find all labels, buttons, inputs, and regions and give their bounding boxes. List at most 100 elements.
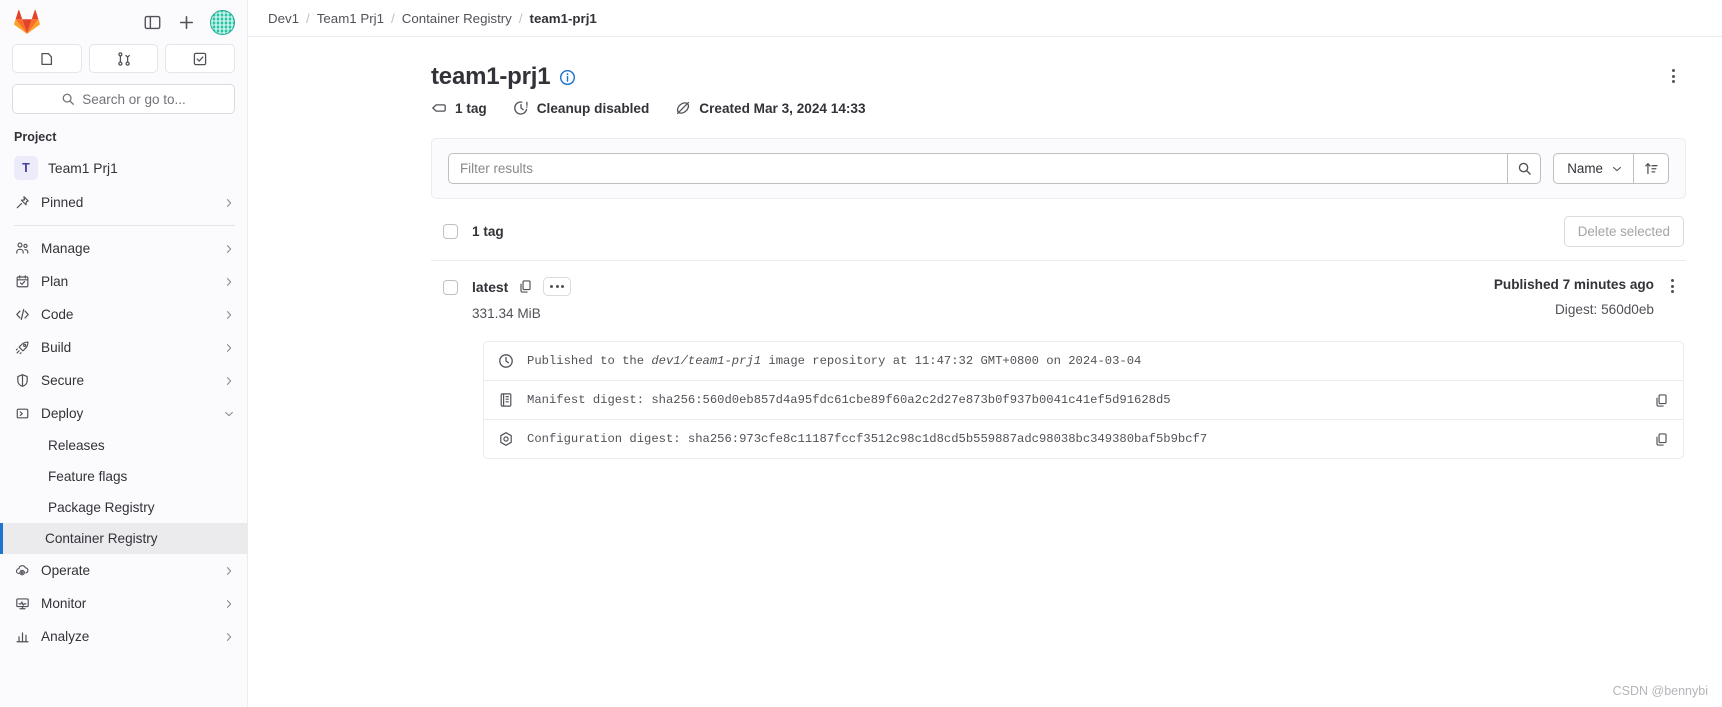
select-all-checkbox[interactable] (443, 224, 458, 239)
published-repo: dev1/team1-prj1 (651, 354, 762, 368)
breadcrumb-separator: / (391, 10, 395, 26)
clock-icon (498, 353, 514, 369)
sidebar-item-analyze[interactable]: Analyze (0, 620, 247, 653)
search-icon (62, 93, 75, 105)
detail-row-configuration-digest: Configuration digest: sha256:973cfe8c111… (484, 420, 1683, 458)
tag-list: latest 331.34 MiB Published 7 minutes ag… (431, 260, 1686, 459)
sort-direction-button[interactable] (1633, 153, 1669, 184)
list-header: 1 tag Delete selected (431, 199, 1686, 260)
chevron-right-icon (223, 276, 235, 288)
sidebar-item-secure[interactable]: Secure (0, 364, 247, 397)
sort-field-dropdown[interactable]: Name (1553, 153, 1633, 184)
page-meta: 1 tag Cleanup disabled Created Mar 3, 20… (248, 100, 1722, 116)
sidebar-item-label: Monitor (41, 596, 87, 611)
sidebar-item-releases[interactable]: Releases (0, 430, 247, 461)
detail-row-manifest-digest: Manifest digest: sha256:560d0eb857d4a95f… (484, 381, 1683, 420)
chevron-right-icon (223, 197, 235, 209)
tag-name-row: latest (472, 277, 1494, 296)
sidebar-item-code[interactable]: Code (0, 298, 247, 331)
meta-cleanup-status: Cleanup disabled (513, 100, 650, 116)
sidebar-subitem-label: Package Registry (48, 500, 155, 515)
tag-more-actions-button[interactable] (1660, 277, 1684, 293)
project-name: Team1 Prj1 (48, 160, 118, 176)
sidebar-nav: T Team1 Prj1 Pinned Manage Plan Code Bui… (0, 150, 247, 707)
page-header: team1-prj1 (248, 37, 1722, 91)
chevron-right-icon (223, 243, 235, 255)
copy-icon[interactable] (1654, 432, 1669, 447)
tag-details: Published to the dev1/team1-prj1 image r… (483, 341, 1684, 459)
gitlab-app: Search or go to... Project T Team1 Prj1 … (0, 0, 1722, 707)
breadcrumb-item-project[interactable]: Team1 Prj1 (317, 11, 384, 26)
project-avatar: T (14, 156, 38, 180)
sidebar-subitem-label: Releases (48, 438, 105, 453)
search-input[interactable]: Search or go to... (12, 84, 235, 114)
search-button[interactable] (1507, 153, 1542, 184)
sidebar-item-package-registry[interactable]: Package Registry (0, 492, 247, 523)
ellipsis-badge[interactable] (543, 277, 572, 296)
filter-input[interactable] (448, 153, 1508, 184)
search-icon (1518, 162, 1531, 175)
watermark: CSDN @bennybi (1612, 684, 1708, 698)
copy-icon[interactable] (1654, 393, 1669, 408)
sidebar-item-plan[interactable]: Plan (0, 265, 247, 298)
sidebar-item-operate[interactable]: Operate (0, 554, 247, 587)
meta-label: 1 tag (455, 100, 487, 116)
tag-checkbox[interactable] (443, 280, 458, 295)
published-suffix: image repository at 11:47:32 GMT+0800 on… (761, 354, 1142, 368)
page-more-actions-button[interactable] (1660, 63, 1686, 89)
sidebar-subitem-label: Feature flags (48, 469, 128, 484)
sidebar-item-feature-flags[interactable]: Feature flags (0, 461, 247, 492)
breadcrumb-item-group[interactable]: Dev1 (268, 11, 299, 26)
breadcrumb: Dev1 / Team1 Prj1 / Container Registry /… (248, 0, 1722, 37)
create-new-icon[interactable] (176, 12, 197, 33)
sidebar-toggle-icon[interactable] (142, 12, 163, 33)
meta-label: Created Mar 3, 2024 14:33 (699, 100, 866, 116)
chevron-right-icon (223, 631, 235, 643)
sidebar-divider (14, 225, 235, 226)
users-icon (14, 241, 30, 257)
sidebar-item-project[interactable]: T Team1 Prj1 (0, 150, 247, 186)
user-avatar[interactable] (210, 9, 235, 35)
page-title: team1-prj1 (431, 63, 551, 90)
deploy-icon (14, 406, 30, 422)
sidebar: Search or go to... Project T Team1 Prj1 … (0, 0, 248, 707)
meta-label: Cleanup disabled (536, 100, 650, 116)
todos-icon[interactable] (165, 44, 236, 73)
sidebar-item-label: Manage (41, 241, 91, 256)
gitlab-logo[interactable] (14, 9, 40, 35)
sidebar-item-label: Code (41, 307, 74, 322)
delete-selected-button[interactable]: Delete selected (1563, 216, 1684, 247)
main-content: Dev1 / Team1 Prj1 / Container Registry /… (248, 0, 1722, 707)
eye-slash-icon (675, 100, 691, 116)
sidebar-item-build[interactable]: Build (0, 331, 247, 364)
sidebar-item-label: Build (41, 340, 72, 355)
sidebar-item-label: Plan (41, 274, 69, 289)
merge-requests-icon[interactable] (88, 44, 159, 73)
sidebar-quick-actions (0, 42, 247, 73)
filter-bar: Name (431, 138, 1686, 199)
meta-tag-count: 1 tag (431, 100, 487, 116)
sidebar-top-bar (0, 0, 247, 42)
sidebar-item-monitor[interactable]: Monitor (0, 587, 247, 620)
chart-icon (14, 629, 30, 645)
info-icon[interactable] (559, 69, 576, 86)
detail-row-published: Published to the dev1/team1-prj1 image r… (484, 342, 1683, 381)
sidebar-item-pinned[interactable]: Pinned (0, 186, 247, 219)
copy-icon[interactable] (518, 279, 533, 294)
breadcrumb-item-container-registry[interactable]: Container Registry (402, 11, 512, 26)
search-placeholder: Search or go to... (82, 91, 186, 107)
registry-card: Name 1 tag (431, 138, 1686, 459)
sidebar-item-container-registry[interactable]: Container Registry (0, 523, 247, 554)
sidebar-item-manage[interactable]: Manage (0, 232, 247, 265)
issues-icon[interactable] (12, 44, 82, 73)
breadcrumb-current[interactable]: team1-prj1 (530, 11, 597, 26)
monitor-icon (14, 596, 30, 612)
sidebar-item-label: Analyze (41, 629, 90, 644)
meta-created-date: Created Mar 3, 2024 14:33 (675, 100, 866, 116)
sidebar-item-label: Operate (41, 563, 91, 578)
sidebar-item-deploy[interactable]: Deploy (0, 397, 247, 430)
tag-right: Published 7 minutes ago Digest: 560d0eb (1494, 277, 1660, 317)
chevron-right-icon (223, 342, 235, 354)
tag-published: Published 7 minutes ago (1493, 277, 1654, 292)
tag-main: latest 331.34 MiB (458, 277, 1494, 321)
